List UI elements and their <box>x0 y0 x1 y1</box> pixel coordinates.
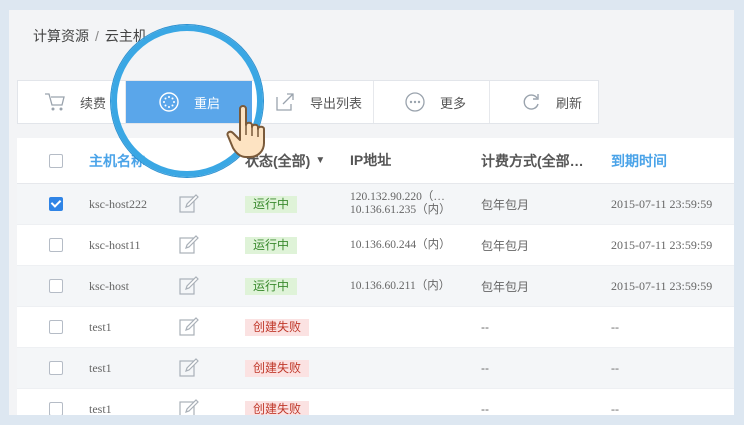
row-checkbox[interactable] <box>49 197 63 211</box>
ip-address: 10.136.60.211（内） <box>350 279 451 292</box>
edit-button[interactable] <box>179 184 199 224</box>
breadcrumb-section[interactable]: 计算资源 <box>33 28 89 44</box>
renew-label: 续费 <box>80 95 107 111</box>
host-name[interactable]: ksc-host222 <box>89 184 147 224</box>
expire-time: 2015-07-11 23:59:59 <box>611 278 713 293</box>
table-row[interactable]: ksc-host 运行中 10.136.60.211（内） 包年包月 2015-… <box>17 266 734 307</box>
host-name[interactable]: test1 <box>89 348 112 388</box>
row-check-cell <box>49 348 63 388</box>
status-cell: 创建失败 <box>245 348 310 388</box>
export-label: 导出列表 <box>310 95 363 111</box>
header-ip: IP地址 <box>350 152 392 168</box>
row-check-cell <box>49 389 63 415</box>
refresh-icon <box>523 94 539 110</box>
cart-icon <box>45 93 65 111</box>
row-checkbox[interactable] <box>49 279 63 293</box>
expire-time: 2015-07-11 23:59:59 <box>611 196 713 211</box>
row-check-cell <box>49 184 63 224</box>
ip-cell: 10.136.60.211（内） <box>350 266 450 306</box>
table-row[interactable]: ksc-host222 运行中 120.132.90.220（… 10.136.6… <box>17 184 734 225</box>
edit-icon <box>179 276 199 295</box>
header-billing[interactable]: 计费方式(全部… <box>481 138 584 183</box>
expire-time: 2015-07-11 23:59:59 <box>611 237 713 252</box>
edit-button[interactable] <box>179 389 199 415</box>
edit-icon <box>179 317 199 336</box>
edit-icon <box>179 194 199 213</box>
caret-down-icon: ▼ <box>315 155 326 166</box>
host-name[interactable]: test1 <box>89 389 112 416</box>
edit-button[interactable] <box>179 225 199 265</box>
hand-pointer-icon <box>226 105 265 158</box>
ip-address: 10.136.60.244（内） <box>350 238 451 251</box>
billing-method: -- <box>481 320 489 334</box>
status-badge: 创建失败 <box>245 359 310 377</box>
table-body: ksc-host222 运行中 120.132.90.220（… 10.136.6… <box>17 184 734 415</box>
edit-button[interactable] <box>179 307 199 347</box>
ip-cell: 10.136.60.244（内） <box>350 225 451 265</box>
edit-button[interactable] <box>179 348 199 388</box>
edit-icon <box>179 399 199 415</box>
status-badge: 运行中 <box>245 236 298 254</box>
row-check-cell <box>49 225 63 265</box>
row-checkbox[interactable] <box>49 320 63 334</box>
billing-method: 包年包月 <box>481 238 530 253</box>
status-badge: 创建失败 <box>245 318 310 336</box>
billing-method: -- <box>481 402 489 415</box>
row-checkbox[interactable] <box>49 361 63 375</box>
ip-cell: 120.132.90.220（… 10.136.61.235（内） <box>350 184 451 224</box>
header-expire[interactable]: 到期时间 <box>611 138 667 183</box>
row-check-cell <box>49 307 63 347</box>
select-all-checkbox[interactable] <box>49 153 63 168</box>
host-name[interactable]: test1 <box>89 307 112 347</box>
more-button[interactable]: 更多 <box>374 81 490 123</box>
billing-method: 包年包月 <box>481 279 530 294</box>
ip-address: 120.132.90.220（… <box>350 191 445 203</box>
ip-addresses: 120.132.90.220（… 10.136.61.235（内） <box>350 191 451 217</box>
refresh-button[interactable]: 刷新 <box>490 81 598 123</box>
status-cell: 创建失败 <box>245 389 310 415</box>
status-cell: 运行中 <box>245 266 298 306</box>
ip-address: 10.136.61.235（内） <box>350 204 451 216</box>
table-row[interactable]: test1 创建失败 -- -- <box>17 307 734 348</box>
billing-method: 包年包月 <box>481 197 530 212</box>
breadcrumb: 计算资源 / 云主机 <box>33 26 147 46</box>
status-cell: 运行中 <box>245 225 298 265</box>
breadcrumb-separator: / <box>95 28 99 44</box>
row-checkbox[interactable] <box>49 402 63 415</box>
expire-time: -- <box>611 319 619 334</box>
expire-time: -- <box>611 360 619 375</box>
status-badge: 运行中 <box>245 195 298 213</box>
edit-button[interactable] <box>179 266 199 306</box>
edit-icon <box>179 235 199 254</box>
billing-method: -- <box>481 361 489 375</box>
edit-icon <box>179 358 199 377</box>
host-name[interactable]: ksc-host11 <box>89 225 141 265</box>
select-all-cell <box>49 138 63 183</box>
host-table: 主机名称 状态(全部) ▼ IP地址 计费方式(全部… 到期时间 ksc-host… <box>17 138 734 415</box>
table-row[interactable]: test1 创建失败 -- -- <box>17 389 734 415</box>
more-icon <box>405 92 425 112</box>
status-cell: 运行中 <box>245 184 298 224</box>
table-row[interactable]: ksc-host11 运行中 10.136.60.244（内） 包年包月 201… <box>17 225 734 266</box>
host-name[interactable]: ksc-host <box>89 266 129 306</box>
more-label: 更多 <box>440 95 467 111</box>
renew-button[interactable]: 续费 <box>18 81 126 123</box>
refresh-label: 刷新 <box>556 95 583 111</box>
row-check-cell <box>49 266 63 306</box>
row-checkbox[interactable] <box>49 238 63 252</box>
status-cell: 创建失败 <box>245 307 310 347</box>
status-badge: 创建失败 <box>245 400 310 415</box>
toolbar: 续费 重启 导出列表 更多 刷新 <box>17 80 599 124</box>
status-badge: 运行中 <box>245 277 298 295</box>
expire-time: -- <box>611 401 619 416</box>
table-row[interactable]: test1 创建失败 -- -- <box>17 348 734 389</box>
